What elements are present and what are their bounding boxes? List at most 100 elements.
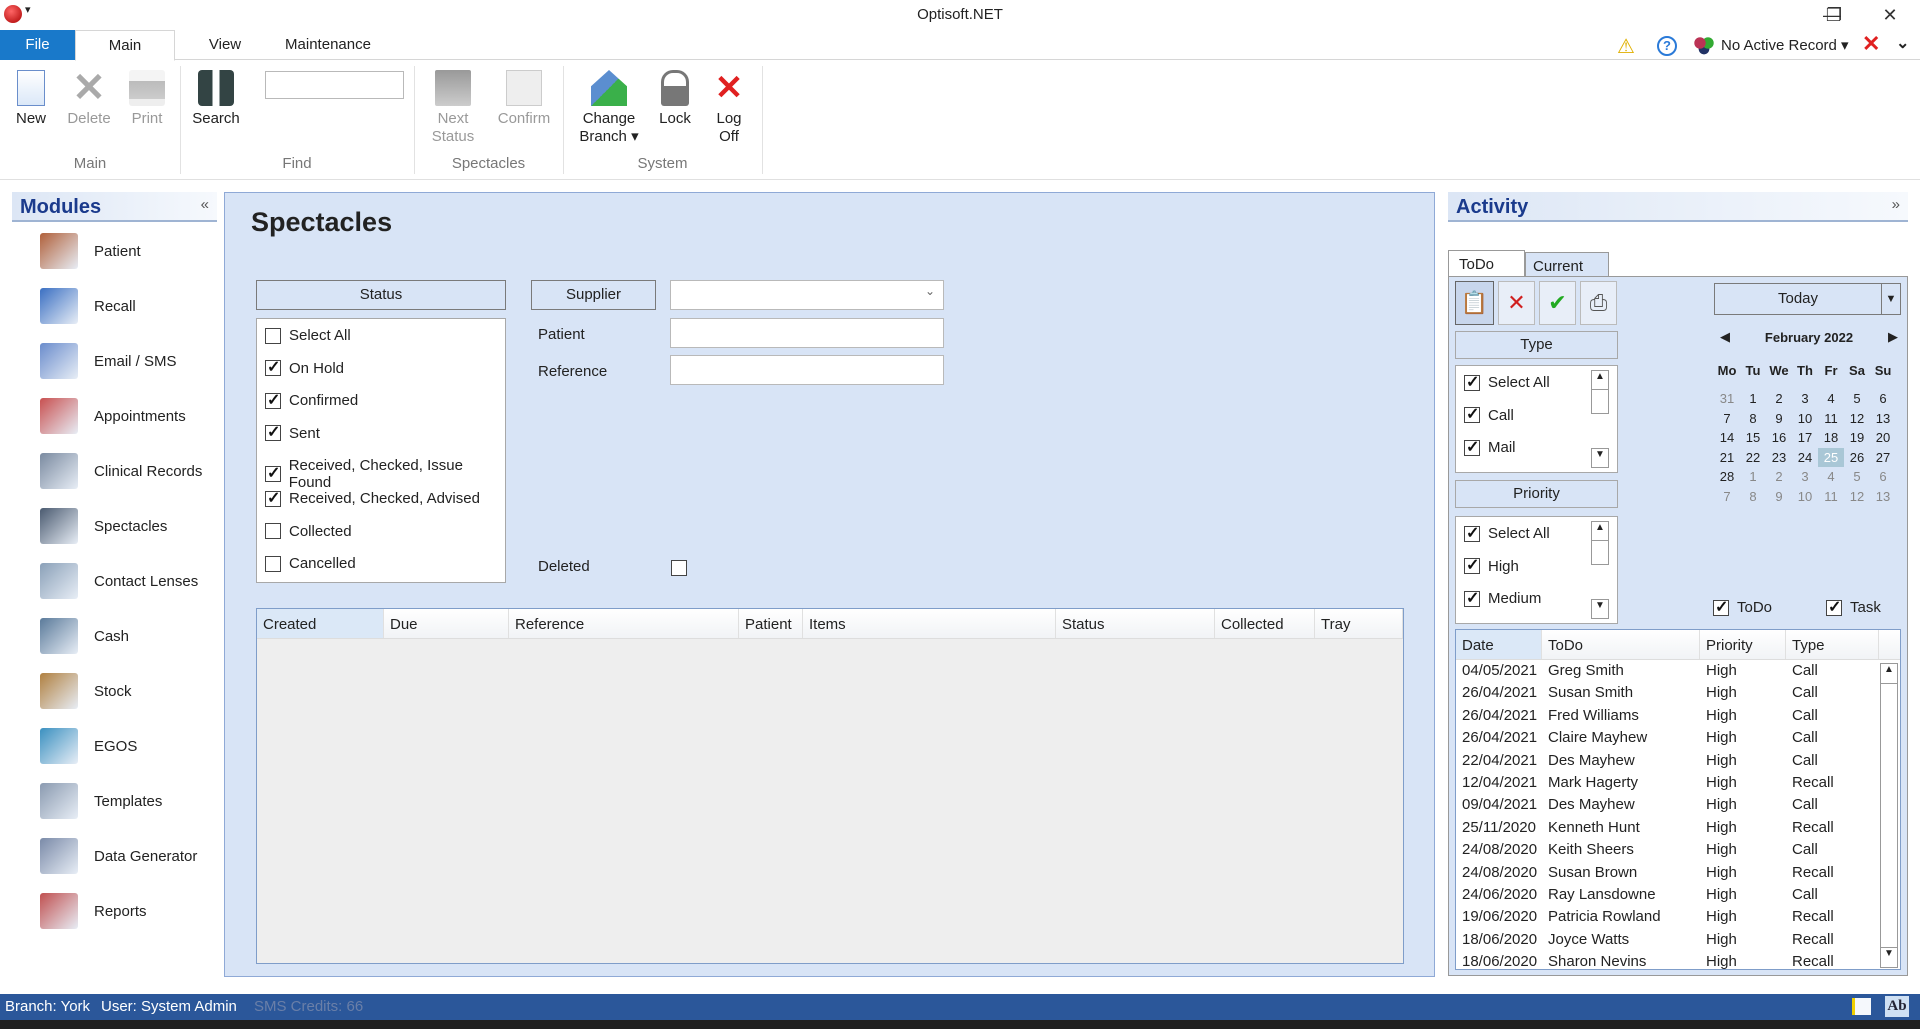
calendar-day[interactable]: 14 <box>1714 428 1740 447</box>
column-header-tray[interactable]: Tray <box>1315 609 1403 638</box>
scroll-down-icon[interactable]: ▼ <box>1591 599 1609 619</box>
scroll-down-icon[interactable]: ▼ <box>1881 947 1897 967</box>
module-appointments[interactable]: Appointments <box>40 396 186 436</box>
checkbox[interactable] <box>1464 588 1480 608</box>
calendar-day[interactable]: 16 <box>1766 428 1792 447</box>
delete-todo-button[interactable]: ✕ <box>1498 281 1535 325</box>
calendar-day[interactable]: 17 <box>1792 428 1818 447</box>
change-branch-button[interactable]: Change Branch ▾ <box>574 64 644 146</box>
module-email-sms[interactable]: Email / SMS <box>40 341 177 381</box>
column-header-status[interactable]: Status <box>1056 609 1215 638</box>
calendar-day[interactable]: 5 <box>1844 389 1870 408</box>
calendar-day[interactable]: 7 <box>1714 487 1740 506</box>
todo-row[interactable]: 24/06/2020 Ray Lansdowne High Call <box>1456 884 1900 906</box>
checkbox-item[interactable]: Call <box>1464 404 1514 424</box>
checkbox-item[interactable]: Select All <box>265 327 351 344</box>
active-record-dropdown[interactable]: No Active Record ▾ <box>1721 36 1849 54</box>
find-input[interactable] <box>265 71 404 99</box>
restore-button[interactable]: ❐ <box>1814 2 1854 28</box>
calendar-day[interactable]: 20 <box>1870 428 1896 447</box>
module-clinical-records[interactable]: Clinical Records <box>40 451 202 491</box>
module-reports[interactable]: Reports <box>40 891 147 931</box>
calendar-day[interactable]: 11 <box>1818 409 1844 428</box>
calendar-day[interactable]: 8 <box>1740 487 1766 506</box>
tab-view[interactable]: View <box>190 30 260 60</box>
calendar-day[interactable]: 2 <box>1766 467 1792 486</box>
priority-header-button[interactable]: Priority <box>1455 480 1618 508</box>
print-button[interactable]: Print <box>124 64 170 128</box>
calendar-day[interactable]: 13 <box>1870 487 1896 506</box>
tab-todo[interactable]: ToDo <box>1448 250 1525 277</box>
calendar-day[interactable]: 21 <box>1714 448 1740 467</box>
column-header-patient[interactable]: Patient <box>739 609 803 638</box>
checkbox[interactable] <box>265 390 281 410</box>
calendar-day[interactable]: 27 <box>1870 448 1896 467</box>
column-header-reference[interactable]: Reference <box>509 609 739 638</box>
next-status-button[interactable]: Next Status <box>425 64 481 146</box>
confirm-button[interactable]: Confirm <box>492 64 556 128</box>
todo-row[interactable]: 24/08/2020 Susan Brown High Recall <box>1456 862 1900 884</box>
scroll-track[interactable] <box>1591 390 1609 414</box>
close-record-icon[interactable]: ✕ <box>1862 31 1880 57</box>
checkbox-item[interactable]: Select All <box>1464 372 1550 392</box>
checkbox[interactable] <box>1464 555 1480 575</box>
show-todo-checkbox[interactable]: ToDo <box>1713 597 1772 617</box>
calendar-day[interactable]: 1 <box>1740 389 1766 408</box>
module-cash[interactable]: Cash <box>40 616 129 656</box>
todo-row[interactable]: 18/06/2020 Sharon Nevins High Recall <box>1456 951 1900 969</box>
module-recall[interactable]: Recall <box>40 286 136 326</box>
todo-row[interactable]: 24/08/2020 Keith Sheers High Call <box>1456 839 1900 861</box>
scroll-up-icon[interactable]: ▲ <box>1591 521 1609 541</box>
list-scrollbar[interactable]: ▲ ▼ <box>1591 521 1609 619</box>
todo-row[interactable]: 26/04/2021 Fred Williams High Call <box>1456 705 1900 727</box>
calendar-day[interactable]: 31 <box>1714 389 1740 408</box>
checkbox-item[interactable]: Medium <box>1464 588 1541 608</box>
calendar-day[interactable]: 12 <box>1844 487 1870 506</box>
checkbox[interactable] <box>265 357 281 377</box>
calendar-day[interactable]: 15 <box>1740 428 1766 447</box>
calendar-day[interactable]: 10 <box>1792 487 1818 506</box>
column-header-todo[interactable]: ToDo <box>1542 630 1700 659</box>
calendar-day[interactable]: 9 <box>1766 487 1792 506</box>
checkbox[interactable] <box>265 555 281 572</box>
complete-todo-button[interactable]: ✔ <box>1539 281 1576 325</box>
scroll-track[interactable] <box>1591 541 1609 565</box>
todo-row[interactable]: 25/11/2020 Kenneth Hunt High Recall <box>1456 817 1900 839</box>
module-patient[interactable]: Patient <box>40 231 141 271</box>
collapse-ribbon-icon[interactable]: ⌄ <box>1896 33 1909 53</box>
todo-row[interactable]: 22/04/2021 Des Mayhew High Call <box>1456 750 1900 772</box>
calendar-day[interactable]: 2 <box>1766 389 1792 408</box>
checkbox-item[interactable]: Received, Checked, Issue Found <box>265 457 505 491</box>
tab-file[interactable]: File <box>0 30 75 60</box>
calendar-day[interactable]: 4 <box>1818 467 1844 486</box>
checkbox-item[interactable]: Select All <box>1464 523 1550 543</box>
checkbox-item[interactable]: Mail <box>1464 437 1516 457</box>
todo-row[interactable]: 18/06/2020 Joyce Watts High Recall <box>1456 929 1900 951</box>
log-off-button[interactable]: ✕ Log Off <box>706 64 752 146</box>
status-header-button[interactable]: Status <box>256 280 506 310</box>
column-header-due[interactable]: Due <box>384 609 509 638</box>
calendar-day[interactable]: 23 <box>1766 448 1792 467</box>
show-task-checkbox[interactable]: Task <box>1826 597 1881 617</box>
new-todo-button[interactable]: 📋 <box>1455 281 1494 325</box>
todo-grid-scrollbar[interactable]: ▲ ▼ <box>1880 663 1898 968</box>
supplier-dropdown[interactable]: ⌄ <box>670 280 944 310</box>
checkbox-item[interactable]: Cancelled <box>265 555 356 572</box>
todo-row[interactable]: 09/04/2021 Des Mayhew High Call <box>1456 794 1900 816</box>
calendar-day[interactable]: 4 <box>1818 389 1844 408</box>
list-scrollbar[interactable]: ▲ ▼ <box>1591 370 1609 468</box>
checkbox-item[interactable]: Sent <box>265 422 320 442</box>
column-header-items[interactable]: Items <box>803 609 1056 638</box>
column-header-priority[interactable]: Priority <box>1700 630 1786 659</box>
type-header-button[interactable]: Type <box>1455 331 1618 359</box>
print-todo-button[interactable]: ⎙ <box>1580 281 1617 325</box>
calendar-day[interactable]: 6 <box>1870 467 1896 486</box>
calendar-day[interactable]: 3 <box>1792 389 1818 408</box>
column-header-type[interactable]: Type <box>1786 630 1879 659</box>
module-spectacles[interactable]: Spectacles <box>40 506 167 546</box>
checkbox[interactable] <box>1464 404 1480 424</box>
reference-input[interactable] <box>670 355 944 385</box>
delete-button[interactable]: ✕ Delete <box>64 64 114 128</box>
checkbox-item[interactable]: High <box>1464 555 1519 575</box>
calendar-day[interactable]: 28 <box>1714 467 1740 486</box>
